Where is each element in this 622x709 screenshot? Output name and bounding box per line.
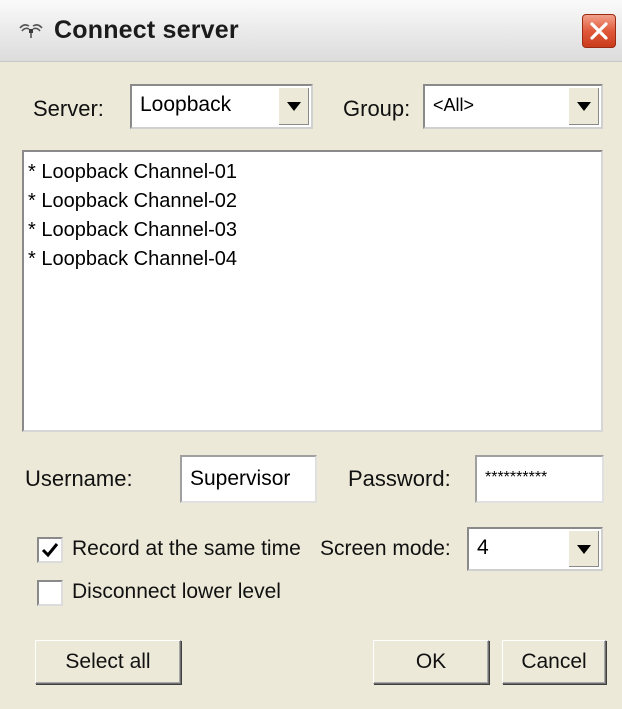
screen-mode-value: 4	[477, 536, 489, 559]
list-item[interactable]: * Loopback Channel-02	[28, 187, 601, 216]
username-label: Username:	[25, 466, 133, 491]
server-value: Loopback	[140, 93, 232, 116]
close-icon	[590, 22, 608, 40]
window-frame	[0, 62, 12, 709]
disconnect-checkbox[interactable]	[37, 580, 63, 606]
chevron-down-icon	[577, 102, 591, 111]
server-dropdown-arrow[interactable]	[278, 88, 309, 125]
group-label: Group:	[343, 96, 411, 121]
cancel-button[interactable]: Cancel	[502, 640, 606, 684]
title-bar[interactable]: Connect server	[0, 0, 622, 62]
close-button[interactable]	[582, 14, 616, 48]
checkmark-icon	[41, 543, 59, 558]
record-label[interactable]: Record at the same time	[72, 537, 301, 561]
password-field[interactable]: **********	[475, 455, 604, 503]
chevron-down-icon	[577, 544, 591, 554]
disconnect-label[interactable]: Disconnect lower level	[72, 580, 281, 604]
chevron-down-icon	[287, 102, 301, 111]
record-checkbox[interactable]	[37, 537, 63, 563]
group-value: <All>	[433, 95, 475, 115]
list-item[interactable]: * Loopback Channel-04	[28, 245, 601, 274]
screen-mode-dropdown[interactable]: 4	[467, 527, 603, 571]
group-dropdown[interactable]: <All>	[423, 84, 603, 129]
screen-mode-dropdown-arrow[interactable]	[568, 531, 599, 567]
connect-server-dialog: Connect server Server: Loopback Group: <…	[0, 0, 622, 709]
username-field[interactable]: Supervisor	[180, 455, 317, 503]
list-item[interactable]: * Loopback Channel-01	[28, 158, 601, 187]
satellite-signal-icon	[19, 24, 43, 38]
server-label: Server:	[33, 96, 104, 121]
ok-button[interactable]: OK	[373, 640, 489, 684]
server-dropdown[interactable]: Loopback	[130, 84, 313, 129]
screen-mode-label: Screen mode:	[320, 537, 451, 560]
list-item[interactable]: * Loopback Channel-03	[28, 216, 601, 245]
channel-list[interactable]: * Loopback Channel-01 * Loopback Channel…	[22, 150, 603, 432]
password-label: Password:	[348, 466, 451, 491]
select-all-button[interactable]: Select all	[35, 640, 181, 684]
group-dropdown-arrow[interactable]	[568, 88, 599, 125]
window-title: Connect server	[54, 16, 239, 44]
